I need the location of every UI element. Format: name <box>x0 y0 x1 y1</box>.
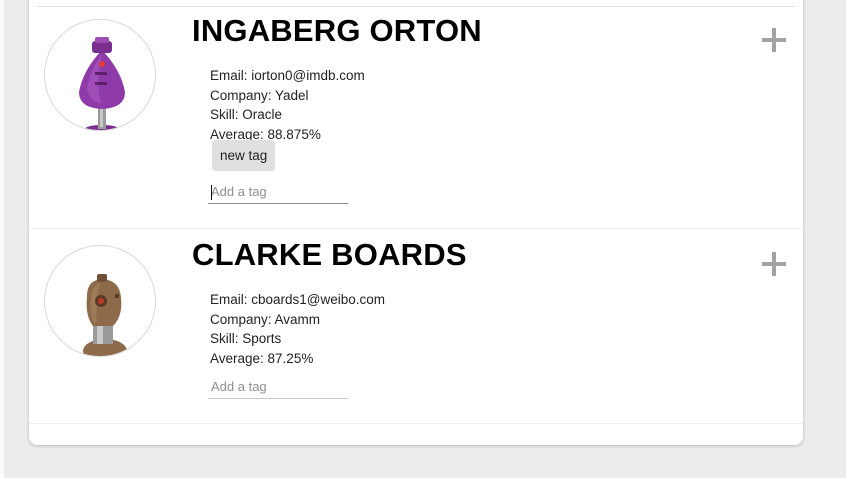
student-details: Email: cboards1@weibo.com Company: Avamm… <box>210 290 385 368</box>
add-tag-input[interactable] <box>208 375 348 399</box>
student-list-card: INGABERG ORTON Email: iorton0@imdb.com C… <box>29 0 803 445</box>
student-avatar <box>44 19 156 131</box>
expand-button[interactable] <box>762 252 786 276</box>
student-entry: CLARKE BOARDS Email: cboards1@weibo.com … <box>29 230 803 424</box>
student-email: Email: cboards1@weibo.com <box>210 292 386 307</box>
student-skill: Skill: Oracle <box>210 107 283 122</box>
student-company: Company: Yadel <box>210 87 309 103</box>
plus-icon-stem <box>772 252 776 276</box>
student-details: Email: iorton0@imdb.com Company: Yadel S… <box>210 66 365 144</box>
purple-robot-avatar-icon <box>79 37 125 130</box>
tag-chip: new tag <box>212 140 276 171</box>
student-skill: Skill: Sports <box>210 331 282 346</box>
student-average: Average: 87.25% <box>210 350 314 366</box>
student-entry: INGABERG ORTON Email: iorton0@imdb.com C… <box>29 6 803 229</box>
page-edge <box>0 0 4 478</box>
text-cursor <box>211 185 212 200</box>
student-name: INGABERG ORTON <box>192 13 482 48</box>
add-tag-input[interactable] <box>208 180 348 204</box>
student-company: Company: Avamm <box>210 311 321 327</box>
student-email: Email: iorton0@imdb.com <box>210 68 365 83</box>
student-avatar <box>44 245 156 357</box>
plus-icon-stem <box>772 28 776 52</box>
brown-robot-avatar-icon <box>83 274 127 356</box>
expand-button[interactable] <box>762 28 786 52</box>
student-name: CLARKE BOARDS <box>192 237 467 272</box>
